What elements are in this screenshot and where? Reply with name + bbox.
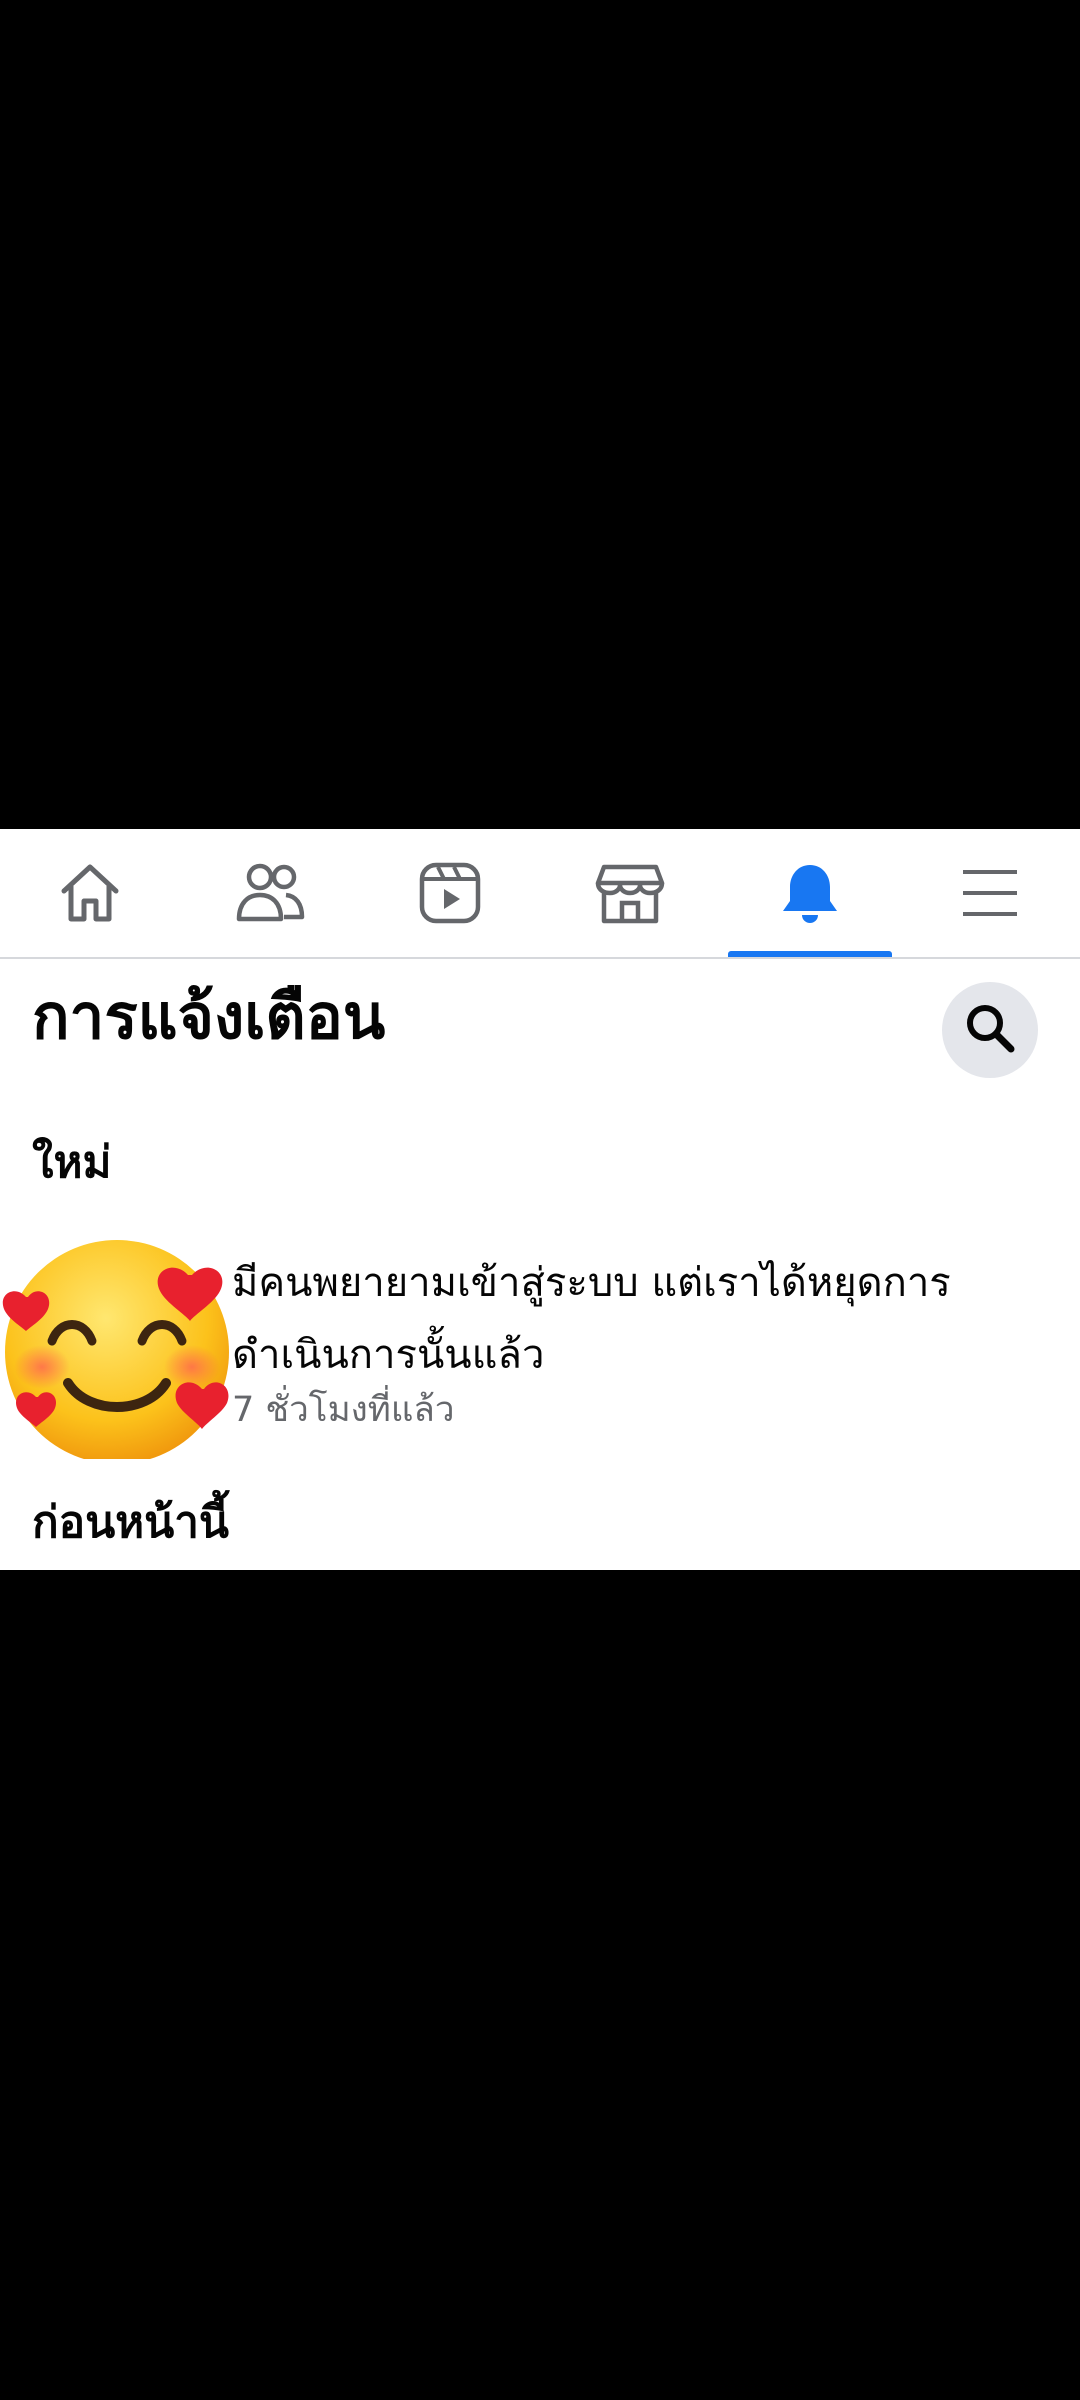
video-icon [416,859,484,927]
active-tab-indicator [728,951,892,957]
search-icon [963,1001,1017,1059]
tab-menu[interactable] [900,829,1080,957]
screen: การแจ้งเตือน ใหม่ มีคนพยายามเข้าสู่ระบบ … [0,0,1080,2400]
tab-marketplace[interactable] [540,829,720,957]
section-heading-new: ใหม่ [32,1137,112,1188]
menu-icon [959,866,1021,920]
smiling-face-with-hearts-emoji-icon [0,1219,240,1464]
section-heading-earlier: ก่อนหน้านี้ [32,1497,230,1548]
friends-icon [234,859,306,927]
tab-home[interactable] [0,829,180,957]
page-title: การแจ้งเตือน [32,980,386,1053]
notification-message: มีคนพยายามเข้าสู่ระบบ แต่เราได้หยุดการดำ… [232,1260,951,1378]
bell-icon [776,859,844,927]
tab-friends[interactable] [180,829,360,957]
tab-video[interactable] [360,829,540,957]
tab-notifications[interactable] [720,829,900,957]
notification-item[interactable]: มีคนพยายามเข้าสู่ระบบ แต่เราได้หยุดการดำ… [0,1219,1080,1464]
search-button[interactable] [942,982,1038,1078]
notification-timestamp: 7 ชั่วโมงที่แล้ว [232,1390,455,1430]
notifications-panel: การแจ้งเตือน ใหม่ มีคนพยายามเข้าสู่ระบบ … [0,829,1080,1570]
top-navigation-bar [0,829,1080,959]
marketplace-icon [594,859,666,927]
home-icon [56,859,124,927]
